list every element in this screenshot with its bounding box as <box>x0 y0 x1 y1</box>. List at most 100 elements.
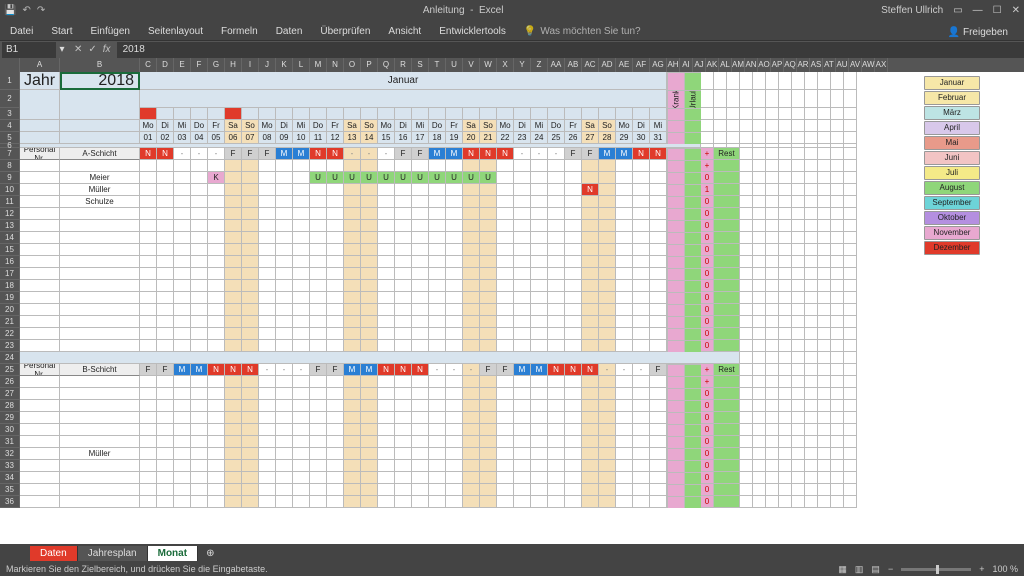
shift-cell[interactable] <box>429 232 446 244</box>
shift-cell[interactable] <box>174 220 191 232</box>
shift-cell[interactable] <box>429 376 446 388</box>
cell[interactable] <box>844 376 857 388</box>
shift-cell[interactable] <box>463 376 480 388</box>
cell[interactable] <box>792 184 805 196</box>
cell[interactable] <box>844 400 857 412</box>
row-header[interactable]: 1 <box>0 72 20 90</box>
cell[interactable] <box>805 108 818 120</box>
shift-cell[interactable] <box>497 496 514 508</box>
cell[interactable] <box>805 304 818 316</box>
cell[interactable] <box>792 148 805 160</box>
shift-cell[interactable] <box>293 160 310 172</box>
shift-cell[interactable] <box>361 196 378 208</box>
shift-cell[interactable] <box>497 424 514 436</box>
cell[interactable] <box>831 436 844 448</box>
cell[interactable] <box>792 340 805 352</box>
cell[interactable] <box>792 232 805 244</box>
cell[interactable] <box>805 244 818 256</box>
personal-nr-cell[interactable] <box>20 280 60 292</box>
shift-cell[interactable] <box>191 232 208 244</box>
shift-cell[interactable] <box>463 484 480 496</box>
shift-cell[interactable] <box>497 448 514 460</box>
cell[interactable] <box>831 132 844 144</box>
shift-cell[interactable]: F <box>565 148 582 160</box>
shift-cell[interactable] <box>293 376 310 388</box>
shift-cell[interactable] <box>327 400 344 412</box>
shift-cell[interactable] <box>446 328 463 340</box>
shift-cell[interactable] <box>259 388 276 400</box>
shift-cell[interactable] <box>514 184 531 196</box>
cell[interactable] <box>831 72 844 90</box>
shift-cell[interactable] <box>412 232 429 244</box>
shift-cell[interactable] <box>446 196 463 208</box>
shift-cell[interactable] <box>174 160 191 172</box>
shift-cell[interactable] <box>633 220 650 232</box>
cell[interactable] <box>667 364 684 376</box>
shift-cell[interactable] <box>565 232 582 244</box>
shift-cell[interactable] <box>395 448 412 460</box>
shift-cell[interactable] <box>582 496 599 508</box>
cell[interactable] <box>805 436 818 448</box>
shift-cell[interactable] <box>582 460 599 472</box>
shift-cell[interactable] <box>225 472 242 484</box>
shift-cell[interactable] <box>140 208 157 220</box>
shift-cell[interactable] <box>208 376 225 388</box>
shift-cell[interactable] <box>208 340 225 352</box>
row-header[interactable]: 10 <box>0 184 20 196</box>
shift-cell[interactable]: M <box>361 364 378 376</box>
shift-cell[interactable] <box>225 388 242 400</box>
row-header[interactable]: 26 <box>0 376 20 388</box>
shift-cell[interactable] <box>497 340 514 352</box>
shift-cell[interactable] <box>259 412 276 424</box>
shift-cell[interactable] <box>140 388 157 400</box>
cell[interactable] <box>844 232 857 244</box>
shift-cell[interactable] <box>378 424 395 436</box>
cell[interactable] <box>831 460 844 472</box>
shift-cell[interactable] <box>140 268 157 280</box>
plus-cell[interactable]: 0 <box>701 340 714 352</box>
shift-cell[interactable] <box>548 376 565 388</box>
shift-cell[interactable] <box>276 472 293 484</box>
shift-cell[interactable] <box>616 304 633 316</box>
cell[interactable] <box>792 268 805 280</box>
shift-cell[interactable] <box>191 304 208 316</box>
shift-cell[interactable] <box>242 196 259 208</box>
shift-cell[interactable] <box>531 340 548 352</box>
shift-cell[interactable] <box>208 412 225 424</box>
dow-cell[interactable]: Fr <box>327 120 344 132</box>
shift-cell[interactable] <box>344 160 361 172</box>
shift-cell[interactable] <box>293 328 310 340</box>
shift-cell[interactable] <box>208 460 225 472</box>
shift-cell[interactable] <box>361 232 378 244</box>
shift-cell[interactable] <box>344 304 361 316</box>
shift-cell[interactable] <box>276 412 293 424</box>
cell[interactable] <box>740 184 753 196</box>
shift-cell[interactable] <box>191 412 208 424</box>
col-header[interactable]: AN <box>745 58 758 72</box>
shift-cell[interactable] <box>531 244 548 256</box>
shift-cell[interactable] <box>395 268 412 280</box>
cell[interactable] <box>844 388 857 400</box>
shift-cell[interactable] <box>344 412 361 424</box>
shift-cell[interactable] <box>599 340 616 352</box>
shift-cell[interactable] <box>633 172 650 184</box>
ribbon-options-icon[interactable]: ▭ <box>953 5 962 16</box>
cell[interactable] <box>20 108 60 120</box>
shift-cell[interactable] <box>497 472 514 484</box>
cell[interactable] <box>766 436 779 448</box>
cell[interactable] <box>140 90 667 108</box>
shift-cell[interactable] <box>650 388 667 400</box>
cell[interactable] <box>667 460 684 472</box>
cell[interactable] <box>805 232 818 244</box>
shift-cell[interactable] <box>140 292 157 304</box>
shift-cell[interactable] <box>276 280 293 292</box>
cell[interactable] <box>818 244 831 256</box>
cell[interactable] <box>766 376 779 388</box>
shift-cell[interactable] <box>378 328 395 340</box>
cell[interactable] <box>792 412 805 424</box>
cell[interactable] <box>753 72 766 90</box>
cell[interactable] <box>792 304 805 316</box>
cell[interactable] <box>818 328 831 340</box>
shift-cell[interactable] <box>225 268 242 280</box>
cell[interactable] <box>766 340 779 352</box>
